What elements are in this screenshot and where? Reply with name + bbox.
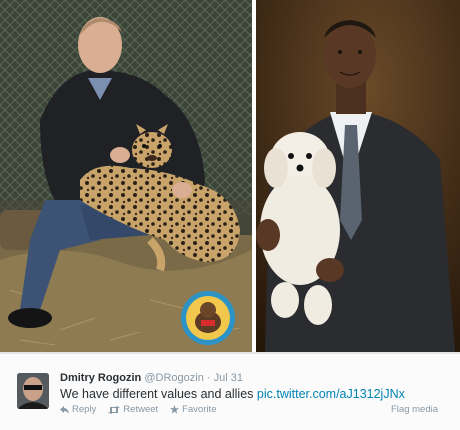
reply-icon <box>60 405 69 414</box>
left-photo <box>0 0 252 352</box>
tweet-date[interactable]: Jul 31 <box>214 372 243 384</box>
favorite-button[interactable]: Favorite <box>170 404 216 415</box>
tweet-text: We have different values and allies pic.… <box>60 387 405 401</box>
favorite-label: Favorite <box>182 404 217 415</box>
avatar[interactable] <box>17 373 49 409</box>
flag-media-link[interactable]: Flag media <box>391 404 438 415</box>
user-handle[interactable]: @DRogozin <box>144 372 203 384</box>
reply-button[interactable]: Reply <box>60 404 96 415</box>
tweet-header: Dmitry Rogozin @DRogozin · Jul 31 <box>60 372 243 384</box>
meta-separator: · <box>206 372 211 384</box>
reply-label: Reply <box>72 404 97 415</box>
right-photo <box>256 0 460 352</box>
tweet-actions: Reply Retweet Favorite <box>60 404 216 415</box>
retweet-label: Retweet <box>123 404 159 415</box>
media-link[interactable]: pic.twitter.com/aJ1312jJNx <box>257 387 405 401</box>
tweet-photo[interactable] <box>0 0 460 352</box>
display-name[interactable]: Dmitry Rogozin <box>60 372 141 384</box>
star-icon <box>170 405 180 414</box>
retweet-button[interactable]: Retweet <box>108 404 158 415</box>
tweet-body: We have different values and allies <box>60 387 257 401</box>
retweet-icon <box>108 405 121 414</box>
